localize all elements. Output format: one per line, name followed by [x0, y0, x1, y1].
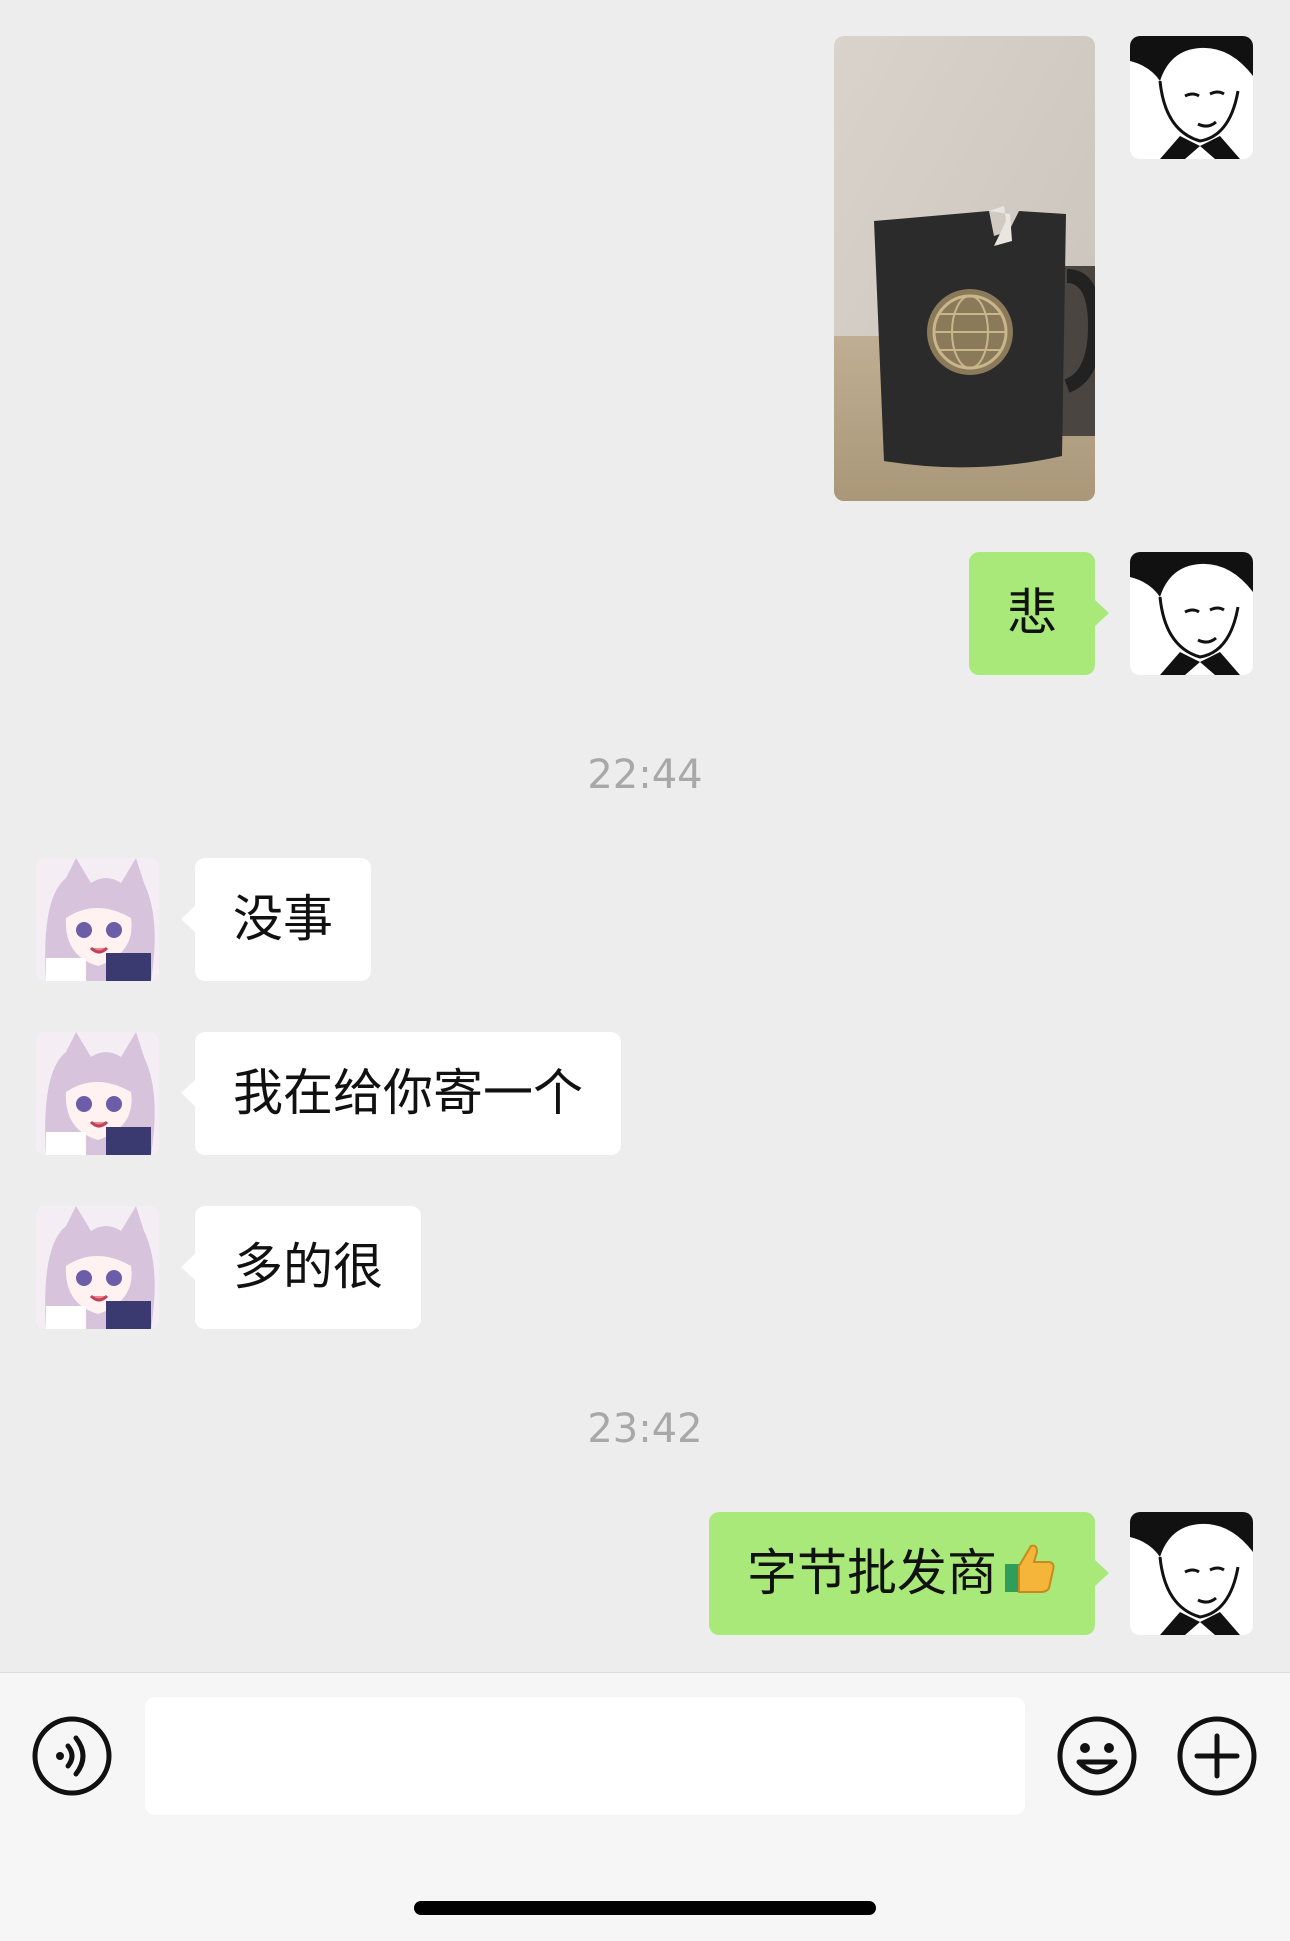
- contact-avatar[interactable]: [36, 1206, 159, 1329]
- sent-photo[interactable]: [834, 36, 1095, 501]
- voice-icon[interactable]: [32, 1716, 112, 1796]
- plus-icon[interactable]: [1177, 1716, 1257, 1796]
- timestamp: 23:42: [587, 1406, 703, 1452]
- contact-avatar[interactable]: [36, 858, 159, 981]
- incoming-message[interactable]: 我在给你寄一个: [181, 1032, 621, 1155]
- thumbs-up-icon: [1001, 1518, 1057, 1593]
- incoming-message[interactable]: 多的很: [181, 1206, 421, 1329]
- outgoing-message[interactable]: 字节批发商: [709, 1512, 1109, 1635]
- input-bar: [0, 1672, 1290, 1941]
- home-indicator[interactable]: [414, 1901, 876, 1915]
- my-avatar[interactable]: [1130, 552, 1253, 675]
- timestamp: 22:44: [587, 752, 703, 798]
- smiley-icon[interactable]: [1057, 1716, 1137, 1796]
- my-avatar[interactable]: [1130, 36, 1253, 159]
- outgoing-message[interactable]: 悲: [969, 552, 1109, 675]
- chat-screen: 悲 22:44 没事 我在给你寄一个 多的很 23:42 字节批发商: [0, 0, 1290, 1941]
- message-list[interactable]: 悲 22:44 没事 我在给你寄一个 多的很 23:42 字节批发商: [0, 0, 1290, 1672]
- my-avatar[interactable]: [1130, 1512, 1253, 1635]
- contact-avatar[interactable]: [36, 1032, 159, 1155]
- message-input[interactable]: [145, 1697, 1025, 1815]
- message-text: 字节批发商: [747, 1544, 997, 1602]
- incoming-message[interactable]: 没事: [181, 858, 371, 981]
